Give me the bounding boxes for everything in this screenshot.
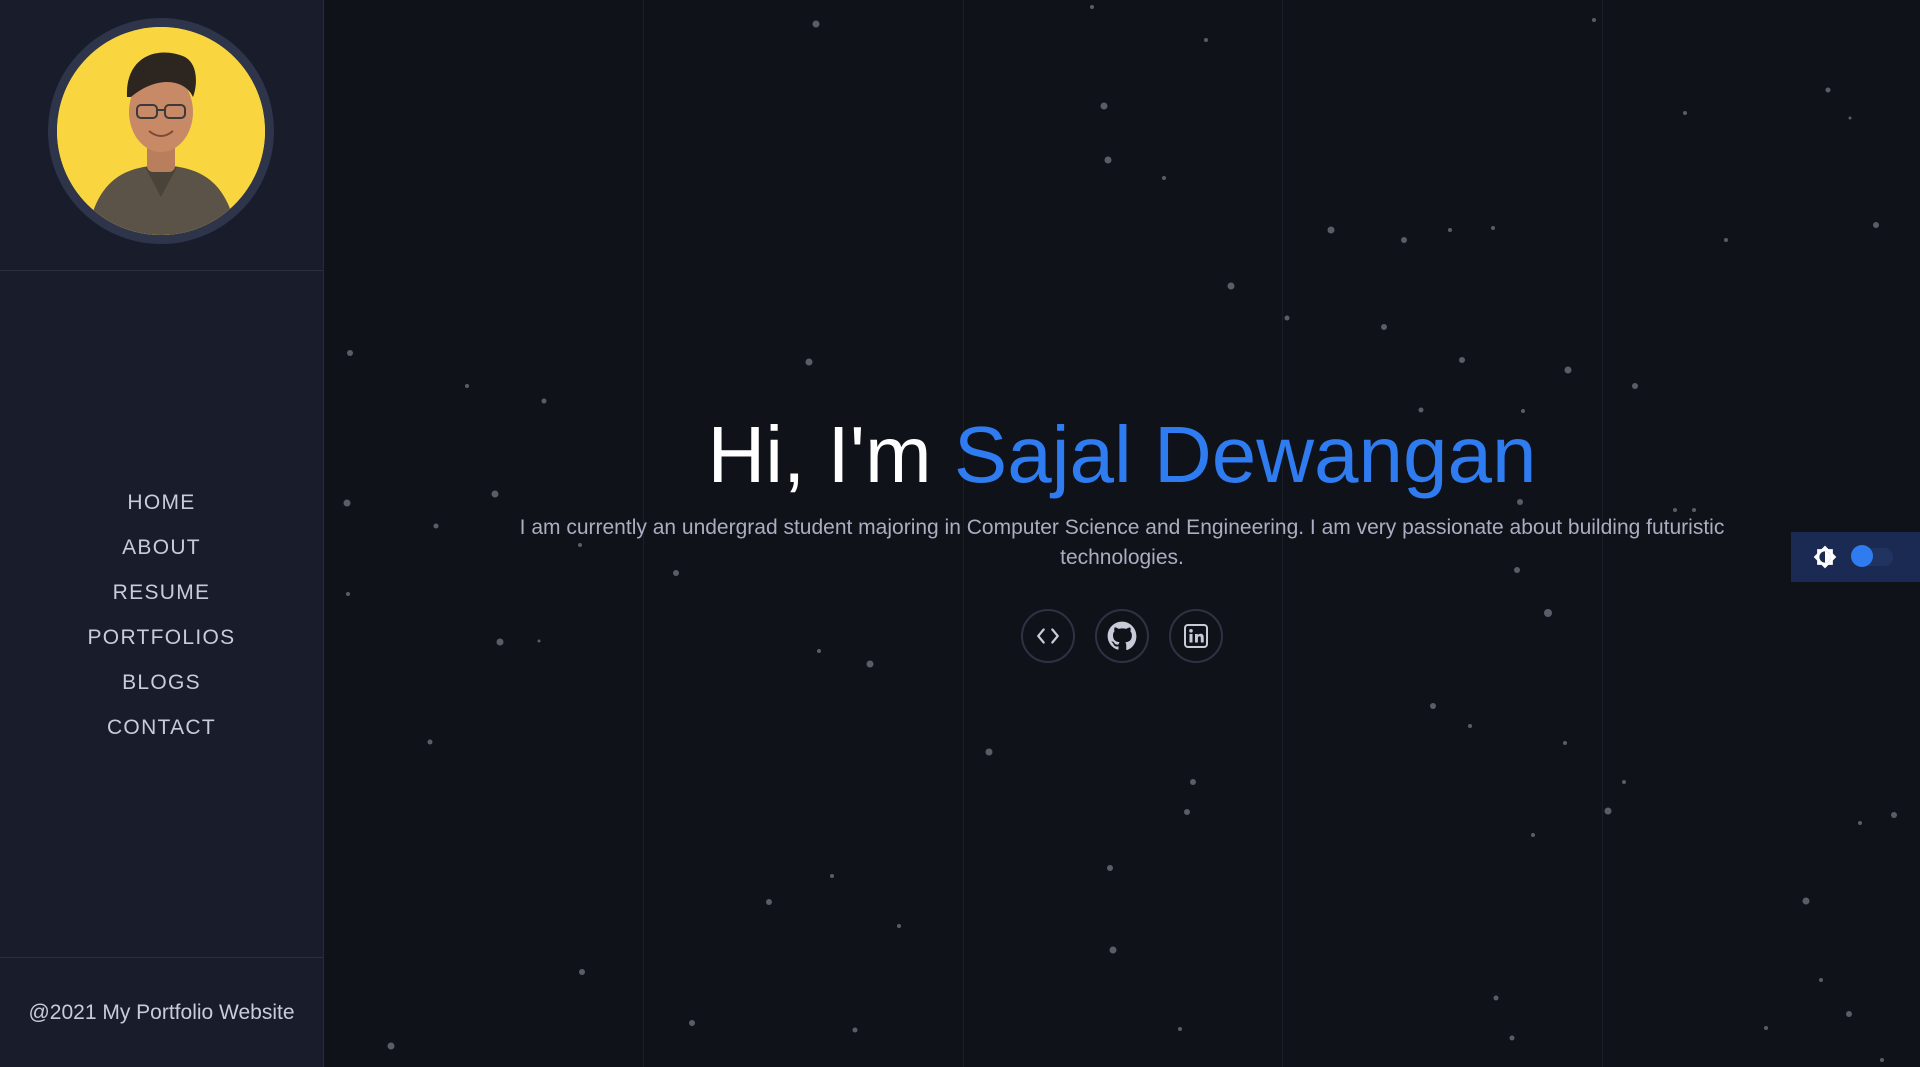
social-links <box>324 609 1920 663</box>
code-link[interactable] <box>1021 609 1075 663</box>
sidebar: HOME ABOUT RESUME PORTFOLIOS BLOGS CONTA… <box>0 0 324 1067</box>
github-link[interactable] <box>1095 609 1149 663</box>
avatar-ring <box>48 18 274 244</box>
sidebar-nav: HOME ABOUT RESUME PORTFOLIOS BLOGS CONTA… <box>0 480 323 750</box>
code-icon <box>1037 628 1059 644</box>
hero-greeting: Hi, I'm <box>707 410 954 499</box>
hero-description: I am currently an undergrad student majo… <box>519 516 1725 569</box>
theme-toggle[interactable] <box>1791 532 1920 582</box>
nav-item-resume[interactable]: RESUME <box>0 570 323 615</box>
copyright-text: @2021 My Portfolio Website <box>28 1000 295 1024</box>
github-icon <box>1107 621 1137 651</box>
switch-knob <box>1851 545 1873 567</box>
nav-item-home[interactable]: HOME <box>0 480 323 525</box>
sidebar-footer: @2021 My Portfolio Website <box>0 957 323 1067</box>
avatar-area <box>0 0 323 271</box>
linkedin-icon <box>1184 624 1208 648</box>
dark-mode-switch[interactable] <box>1851 545 1893 567</box>
brightness-icon <box>1813 545 1837 569</box>
nav-item-contact[interactable]: CONTACT <box>0 705 323 750</box>
hero-heading: Hi, I'm Sajal Dewangan <box>324 405 1920 505</box>
hero: Hi, I'm Sajal Dewangan I am currently an… <box>324 405 1920 573</box>
main-content: Hi, I'm Sajal Dewangan I am currently an… <box>324 0 1920 1067</box>
avatar <box>57 27 265 235</box>
page: HOME ABOUT RESUME PORTFOLIOS BLOGS CONTA… <box>0 0 1920 1067</box>
nav-item-blogs[interactable]: BLOGS <box>0 660 323 705</box>
hero-name: Sajal Dewangan <box>953 410 1537 499</box>
nav-item-about[interactable]: ABOUT <box>0 525 323 570</box>
linkedin-link[interactable] <box>1169 609 1223 663</box>
nav-item-portfolios[interactable]: PORTFOLIOS <box>0 615 323 660</box>
